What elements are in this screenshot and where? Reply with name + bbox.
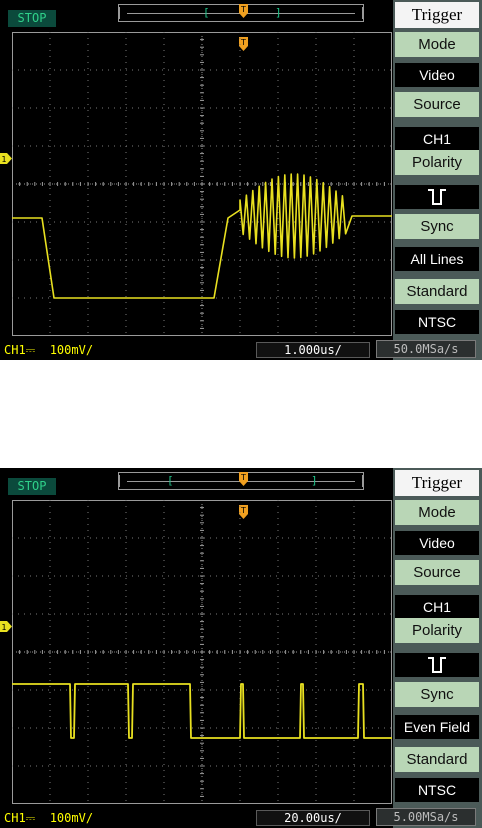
polarity-negative-icon <box>428 189 446 205</box>
sample-rate-readout: 50.0MSa/s <box>376 340 476 358</box>
run-status-label: STOP <box>8 478 56 495</box>
graticule <box>12 500 392 804</box>
menu-title: Trigger <box>395 470 479 496</box>
polarity-softkey[interactable]: Polarity <box>395 150 479 175</box>
run-status-label: STOP <box>8 10 56 27</box>
channel1-marker-icon: 1 <box>0 621 12 632</box>
polarity-value <box>395 653 479 677</box>
channel1-marker-icon: 1 <box>0 153 12 164</box>
oscilloscope-screen-2: STOP [ ] T T 1 Trigger Mode Video Source… <box>0 468 482 828</box>
sync-softkey[interactable]: Sync <box>395 214 479 239</box>
mode-softkey[interactable]: Mode <box>395 32 479 57</box>
svg-text:T: T <box>240 5 246 14</box>
source-softkey[interactable]: Source <box>395 92 479 117</box>
sync-softkey[interactable]: Sync <box>395 682 479 707</box>
trigger-softmenu: Trigger Mode Video Source CH1 Polarity S… <box>393 468 482 828</box>
trigger-position-marker: T <box>239 472 248 486</box>
polarity-value <box>395 185 479 209</box>
trigger-position-marker: T <box>239 4 248 18</box>
standard-value: NTSC <box>395 778 479 802</box>
graticule <box>12 32 392 336</box>
svg-text:1: 1 <box>1 623 6 632</box>
status-bar: CH1⎓ 100mV/ 1.000us/ <box>0 340 393 360</box>
svg-text:T: T <box>240 473 246 482</box>
source-value: CH1 <box>395 595 479 619</box>
channel1-scale: CH1⎓ 100mV/ <box>4 343 94 357</box>
sync-value: All Lines <box>395 247 479 271</box>
sync-value: Even Field <box>395 715 479 739</box>
source-value: CH1 <box>395 127 479 151</box>
timebase-readout: 20.00us/ <box>256 810 370 826</box>
mode-softkey[interactable]: Mode <box>395 500 479 525</box>
standard-softkey[interactable]: Standard <box>395 747 479 772</box>
source-softkey[interactable]: Source <box>395 560 479 585</box>
mode-value: Video <box>395 531 479 555</box>
polarity-negative-icon <box>428 657 446 673</box>
sample-rate-readout: 5.00MSa/s <box>376 808 476 826</box>
channel1-scale: CH1⎓ 100mV/ <box>4 811 94 825</box>
standard-value: NTSC <box>395 310 479 334</box>
menu-title: Trigger <box>395 2 479 28</box>
trigger-softmenu: Trigger Mode Video Source CH1 Polarity S… <box>393 0 482 360</box>
mode-value: Video <box>395 63 479 87</box>
svg-text:1: 1 <box>1 155 6 164</box>
polarity-softkey[interactable]: Polarity <box>395 618 479 643</box>
standard-softkey[interactable]: Standard <box>395 279 479 304</box>
status-bar: CH1⎓ 100mV/ 20.00us/ <box>0 808 393 828</box>
oscilloscope-screen-1: STOP [ ] T T 1 Trigger Mode Video Source… <box>0 0 482 360</box>
timebase-readout: 1.000us/ <box>256 342 370 358</box>
